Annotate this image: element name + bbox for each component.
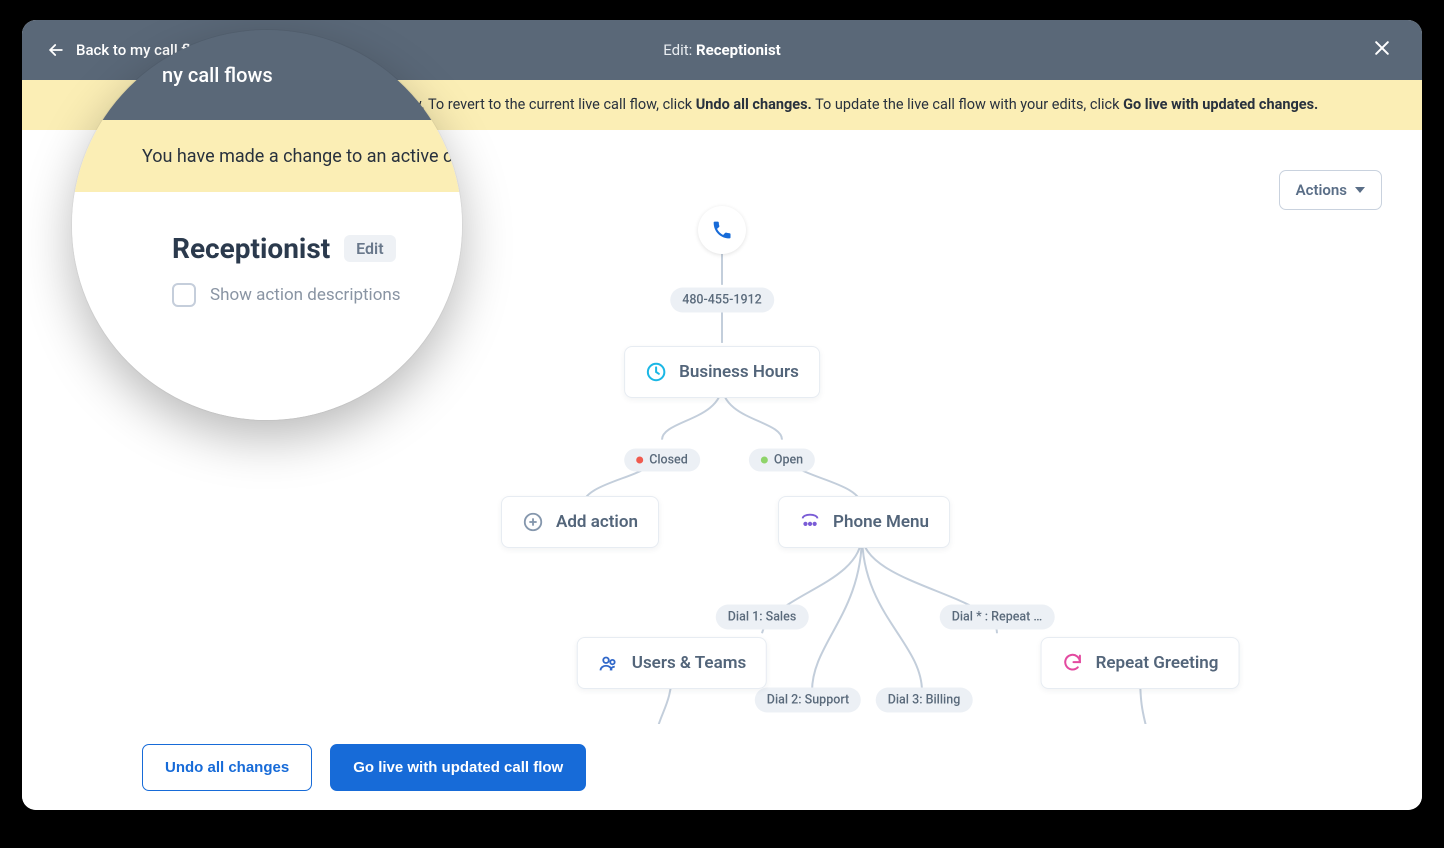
magnifier-banner-fragment: You have made a change to an active c [72,120,462,192]
status-dot-icon [636,457,643,464]
toolbar: Actions [1279,170,1382,210]
app-window: Back to my call flows Edit: Receptionist… [22,20,1422,810]
actions-dropdown[interactable]: Actions [1279,170,1382,210]
status-dot-icon [761,457,768,464]
business-hours-node[interactable]: Business Hours [624,346,820,398]
undo-all-button[interactable]: Undo all changes [142,744,312,791]
open-chip[interactable]: Open [749,449,815,472]
dial2-pill[interactable]: Dial 2: Support [755,688,861,713]
menu-icon [799,511,821,533]
phone-menu-node[interactable]: Phone Menu [778,496,950,548]
magnifier-callout: ny call flows You have made a change to … [72,30,462,420]
edit-title-button[interactable]: Edit [344,235,395,262]
flow-title-row: Receptionist Edit [172,232,462,265]
users-icon [598,652,620,674]
repeat-greeting-node[interactable]: Repeat Greeting [1041,637,1240,689]
repeat-icon [1062,652,1084,674]
go-live-button[interactable]: Go live with updated call flow [330,744,586,791]
flow-title: Receptionist [172,232,330,265]
add-action-node[interactable]: Add action [501,496,659,548]
clock-icon [645,361,667,383]
phone-node[interactable] [698,206,746,254]
actions-label: Actions [1296,181,1347,199]
magnifier-header-fragment: ny call flows [72,30,462,120]
show-descriptions-row: Show action descriptions [172,283,462,307]
arrow-left-icon [46,40,66,60]
chevron-down-icon [1355,187,1365,193]
phone-icon [711,219,733,241]
close-button[interactable] [1366,32,1398,68]
users-teams-node[interactable]: Users & Teams [577,637,767,689]
show-descriptions-checkbox[interactable] [172,283,196,307]
dialstar-pill[interactable]: Dial * : Repeat … [940,605,1055,630]
magnifier-body: Receptionist Edit Show action descriptio… [72,192,462,420]
dial3-pill[interactable]: Dial 3: Billing [876,688,973,713]
closed-chip[interactable]: Closed [624,449,700,472]
show-descriptions-label: Show action descriptions [210,285,401,305]
footer-actions: Undo all changes Go live with updated ca… [22,724,1422,810]
phone-number-pill[interactable]: 480-455-1912 [670,288,774,313]
close-icon [1372,38,1392,58]
dial1-pill[interactable]: Dial 1: Sales [716,605,809,630]
plus-circle-icon [522,511,544,533]
